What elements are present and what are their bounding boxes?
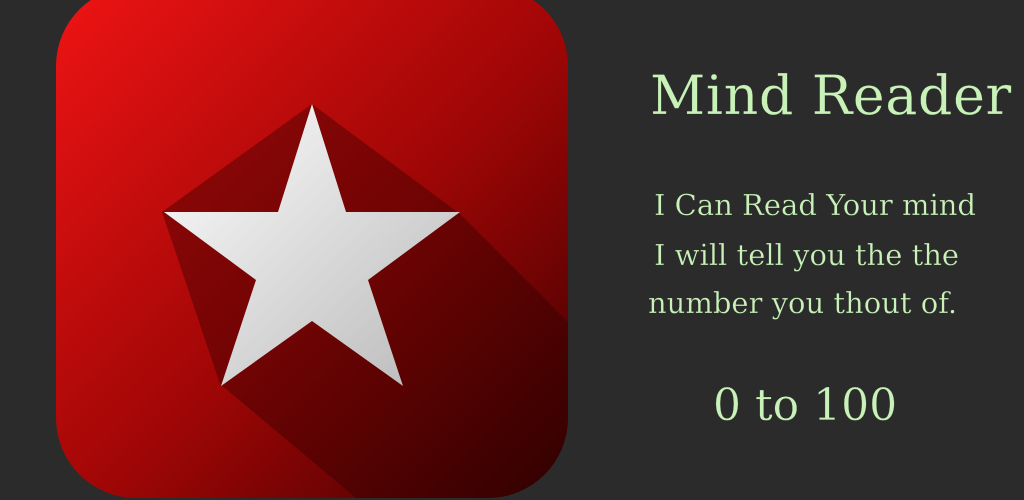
app-info-panel: Mind Reader I Can Read Your mind I will … [610, 0, 1011, 500]
app-icon [56, 0, 568, 498]
description-line: I will tell you the the [654, 238, 960, 272]
number-range: 0 to 100 [713, 380, 898, 431]
description-line: I Can Read Your mind [654, 188, 976, 222]
description-line: number you thout of. [648, 286, 958, 320]
star-icon [56, 0, 568, 498]
app-title: Mind Reader [650, 64, 1012, 127]
